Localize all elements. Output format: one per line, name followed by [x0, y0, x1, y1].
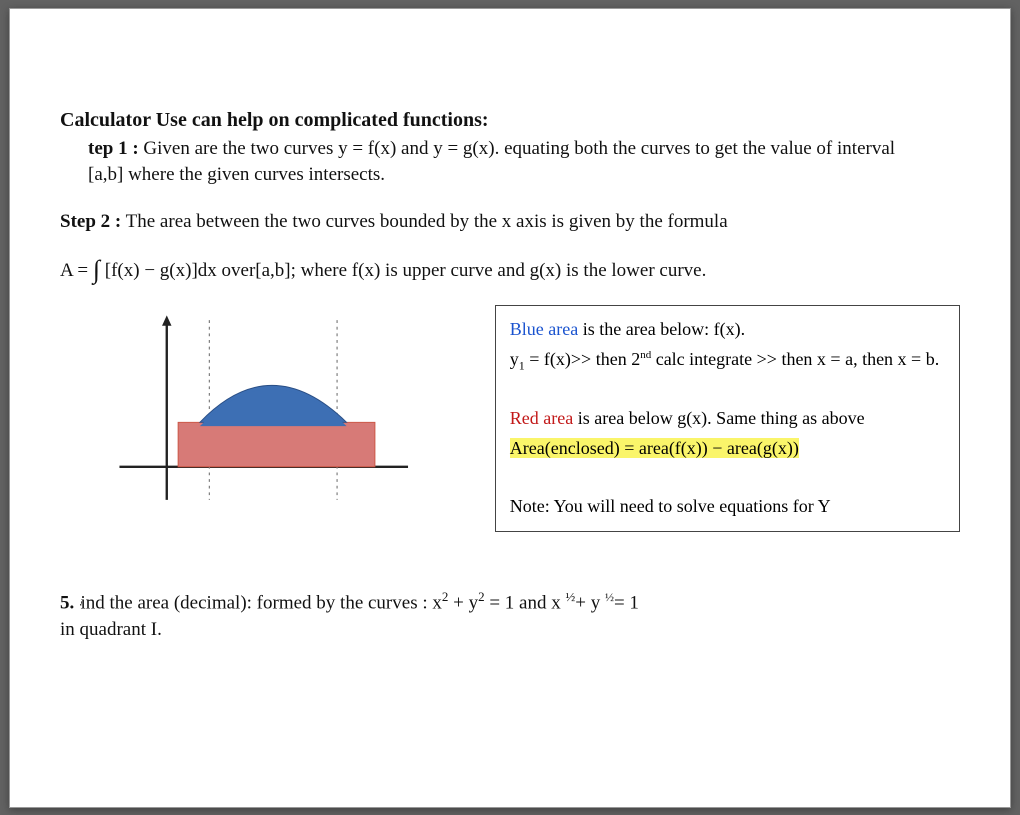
- plus1: + y: [448, 593, 478, 614]
- step-2-label: Step 2 :: [60, 211, 121, 232]
- info-line-3: Red area is area below g(x). Same thing …: [510, 405, 945, 431]
- figure-row: Blue area is the area below: f(x). y1 = …: [60, 305, 960, 532]
- heading: Calculator Use can help on complicated f…: [60, 109, 960, 132]
- il2-post: calc integrate >> then x = a, then x = b…: [651, 349, 939, 369]
- info-line-2: y1 = f(x)>> then 2nd calc integrate >> t…: [510, 346, 945, 375]
- area-figure: [110, 305, 413, 515]
- info-box: Blue area is the area below: f(x). y1 = …: [495, 305, 960, 532]
- step-1-text-a: Given are the two curves y = f(x) and y …: [139, 138, 895, 159]
- formula-lhs: A =: [60, 260, 93, 281]
- integral-icon: ∫: [93, 255, 100, 284]
- half1: ½: [566, 589, 576, 604]
- step-1-label: tep 1 :: [88, 138, 139, 159]
- problem-text-a: ind the area (decimal): formed by the cu…: [80, 593, 441, 614]
- il2-pre: y: [510, 349, 519, 369]
- eq2: = 1: [614, 593, 639, 614]
- enclosed-formula: Area(enclosed) = area(f(x)) − area(g(x)): [510, 438, 799, 458]
- info-line-1-rest: is the area below: f(x).: [578, 319, 745, 339]
- info-line-4: Area(enclosed) = area(f(x)) − area(g(x)): [510, 435, 945, 461]
- formula-body: [f(x) − g(x)]dx over[a,b]; where f(x) is…: [100, 260, 706, 281]
- formula: A = ∫ [f(x) − g(x)]dx over[a,b]; where f…: [60, 253, 960, 283]
- step-2-text: The area between the two curves bounded …: [121, 211, 727, 232]
- plus2: + y: [575, 593, 605, 614]
- problem-text-b: in quadrant I.: [60, 619, 162, 640]
- il2-mid: = f(x)>> then 2: [525, 349, 640, 369]
- step-1-cont: [a,b] where the given curves intersects.: [88, 162, 960, 188]
- step-1: tep 1 : Given are the two curves y = f(x…: [88, 136, 960, 162]
- eq1: = 1 and x: [485, 593, 566, 614]
- curves-svg: [110, 305, 413, 515]
- info-line-1: Blue area is the area below: f(x).: [510, 316, 945, 342]
- info-line-5: Note: You will need to solve equations f…: [510, 493, 945, 519]
- step-2: Step 2 : The area between the two curves…: [60, 209, 960, 235]
- red-area-label: Red area: [510, 408, 573, 428]
- il2-sup: nd: [640, 349, 651, 361]
- document-page: Calculator Use can help on complicated f…: [9, 8, 1011, 808]
- problem-number: 5.: [60, 593, 74, 614]
- problem-5: 5. ⋅'ind the area (decimal): formed by t…: [60, 588, 960, 644]
- half2: ½: [605, 590, 614, 604]
- blue-area-label: Blue area: [510, 319, 578, 339]
- info-line-3-rest: is area below g(x). Same thing as above: [573, 408, 864, 428]
